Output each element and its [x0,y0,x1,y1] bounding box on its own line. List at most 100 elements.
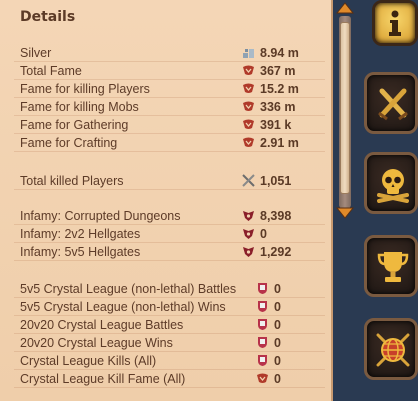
stat-label: Fame for Crafting [20,135,118,150]
crossed-swords-icon [378,88,408,121]
crystal-icon [256,336,269,349]
stat-value-wrap: 367 m [242,64,295,78]
infamy-icon [242,209,255,222]
stat-group: Infamy: Corrupted Dungeons 8,398 Infamy: 2… [14,207,325,261]
stat-row: Infamy: Corrupted Dungeons 8,398 [14,207,325,225]
skull-icon [377,169,409,203]
tab-achievements[interactable] [364,235,418,297]
fame-icon [242,64,255,77]
stat-row: Total Fame 367 m [14,62,325,80]
tab-details[interactable] [372,0,418,46]
tab-guild[interactable] [364,318,418,380]
stat-value: 1,051 [260,173,292,188]
stat-row: Fame for killing Mobs 336 m [14,98,325,116]
stat-label: Silver [20,45,52,60]
stat-row: Fame for Gathering 391 k [14,116,325,134]
stat-value: 8,398 [260,208,292,223]
panel-title: Details [20,9,76,25]
tab-combat[interactable] [364,72,418,134]
stat-value-wrap: 0 [256,336,281,350]
stat-value: 0 [274,281,281,296]
infamy-icon [242,245,255,258]
stat-value-wrap: 8,398 [242,209,291,223]
stat-row: Crystal League Kills (All) 0 [14,352,325,370]
stat-row: 5v5 Crystal League (non-lethal) Battles 0 [14,280,325,298]
stat-label: Infamy: Corrupted Dungeons [20,208,181,223]
stat-label: 20v20 Crystal League Battles [20,317,184,332]
fame-icon [242,136,255,149]
fame-icon [242,100,255,113]
scroll-down-arrow-icon[interactable] [336,207,354,219]
fame-icon [242,82,255,95]
stat-label: Total Fame [20,63,82,78]
stat-group: Total killed Players 1,051 [14,172,325,190]
stat-label: Infamy: 5v5 Hellgates [20,244,141,259]
stat-value-wrap: 391 k [242,118,291,132]
tab-pvp[interactable] [364,152,418,214]
stat-label: Fame for Gathering [20,117,129,132]
stat-row: 20v20 Crystal League Wins 0 [14,334,325,352]
stat-value-wrap: 0 [256,372,281,386]
fame-icon [256,372,269,385]
stat-row: Infamy: 2v2 Hellgates 0 [14,225,325,243]
stat-label: Fame for killing Players [20,81,150,96]
stat-row: Crystal League Kill Fame (All) 0 [14,370,325,388]
stat-row: Fame for Crafting 2.91 m [14,134,325,152]
stat-value-wrap: 0 [256,282,281,296]
stat-value: 391 k [260,117,292,132]
scroll-thumb[interactable] [340,22,350,194]
crystal-icon [256,300,269,313]
stat-value: 0 [260,226,267,241]
stat-group: Silver 8.94 m Total Fame 367 m Fame for kill… [14,44,325,152]
stat-label: Fame for killing Mobs [20,99,139,114]
crystal-icon [256,318,269,331]
crystal-icon [256,282,269,295]
stat-value: 0 [274,335,281,350]
stat-value-wrap: 15.2 m [242,82,299,96]
stat-value: 8.94 m [260,45,299,60]
stat-value-wrap: 1,051 [242,174,291,188]
side-tabs [356,0,418,401]
stat-value: 0 [274,299,281,314]
details-panel: Details Silver 8.94 m Total Fame 367 m Fame … [0,0,333,401]
stat-value: 0 [274,371,281,386]
stat-row: Silver 8.94 m [14,44,325,62]
stat-row: 20v20 Crystal League Battles 0 [14,316,325,334]
crossed-swords-icon [242,174,255,187]
stat-value-wrap: 0 [256,354,281,368]
stat-value-wrap: 0 [242,227,267,241]
stat-label: Total killed Players [20,173,124,188]
stat-value-wrap: 1,292 [242,245,291,259]
stat-value: 336 m [260,99,296,114]
stat-value: 1,292 [260,244,292,259]
info-icon [389,10,401,36]
scroll-up-arrow-icon[interactable] [336,2,354,14]
stat-value-wrap: 0 [256,300,281,314]
stat-row: Fame for killing Players 15.2 m [14,80,325,98]
stat-row: Total killed Players 1,051 [14,172,325,190]
stat-label: Crystal League Kills (All) [20,353,157,368]
stat-label: 5v5 Crystal League (non-lethal) Battles [20,281,237,296]
scrollbar[interactable] [335,0,355,225]
stat-value-wrap: 336 m [242,100,295,114]
stat-value: 2.91 m [260,135,299,150]
stat-label: Infamy: 2v2 Hellgates [20,226,141,241]
stat-value-wrap: 0 [256,318,281,332]
stat-label: Crystal League Kill Fame (All) [20,371,186,386]
stat-value: 367 m [260,63,296,78]
guild-globe-icon [376,333,410,367]
stat-value: 15.2 m [260,81,299,96]
stat-value-wrap: 8.94 m [242,46,299,60]
stat-group: 5v5 Crystal League (non-lethal) Battles 0… [14,280,325,388]
stat-value: 0 [274,353,281,368]
silver-icon [242,46,255,59]
stat-value-wrap: 2.91 m [242,136,299,150]
stat-row: 5v5 Crystal League (non-lethal) Wins 0 [14,298,325,316]
infamy-icon [242,227,255,240]
stat-value: 0 [274,317,281,332]
crystal-icon [256,354,269,367]
stat-label: 5v5 Crystal League (non-lethal) Wins [20,299,226,314]
fame-icon [242,118,255,131]
stat-label: 20v20 Crystal League Wins [20,335,173,350]
stat-row: Infamy: 5v5 Hellgates 1,292 [14,243,325,261]
